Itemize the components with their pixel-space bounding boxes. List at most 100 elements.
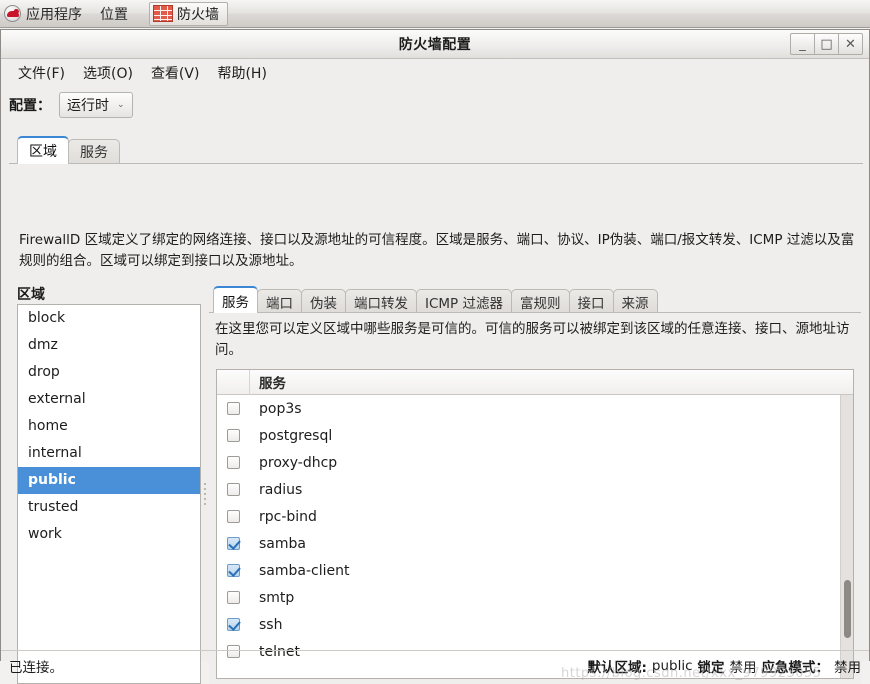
- tab-services[interactable]: 服务: [68, 139, 120, 164]
- service-name-rpc-bind: rpc-bind: [250, 509, 317, 525]
- zone-item-dmz[interactable]: dmz: [18, 332, 200, 359]
- zone-item-internal[interactable]: internal: [18, 440, 200, 467]
- services-row-checkbox-cell: [217, 429, 250, 442]
- checkbox-rpc-bind[interactable]: [227, 510, 240, 523]
- zone-item-external[interactable]: external: [18, 386, 200, 413]
- zone-item-home[interactable]: home: [18, 413, 200, 440]
- applications-menu[interactable]: 应用程序: [0, 1, 91, 27]
- checkbox-postgresql[interactable]: [227, 429, 240, 442]
- services-header-name: 服务: [250, 372, 286, 392]
- tab-detail-interfaces-label: 接口: [578, 292, 605, 312]
- lockdown-label: 锁定: [698, 656, 725, 676]
- main-tab-panel: FirewallD 区域定义了绑定的网络连接、接口以及源地址的可信程度。区域是服…: [9, 163, 863, 649]
- table-row[interactable]: postgresql: [217, 422, 853, 449]
- taskbar-item-label: 防火墙: [177, 4, 219, 24]
- checkbox-smtp[interactable]: [227, 591, 240, 604]
- zone-item-drop[interactable]: drop: [18, 359, 200, 386]
- tab-detail-icmp-filter[interactable]: ICMP 过滤器: [416, 289, 512, 313]
- zone-description: FirewallD 区域定义了绑定的网络连接、接口以及源地址的可信程度。区域是服…: [15, 230, 861, 272]
- menu-options[interactable]: 选项(O): [74, 60, 142, 86]
- menubar: 文件(F) 选项(O) 查看(V) 帮助(H): [1, 59, 869, 87]
- tab-detail-interfaces[interactable]: 接口: [569, 289, 614, 313]
- default-zone-label: 默认区域:: [587, 656, 646, 676]
- service-name-smtp: smtp: [250, 590, 294, 606]
- zone-item-block[interactable]: block: [18, 305, 200, 332]
- services-table-header: 服务: [217, 370, 853, 395]
- checkbox-ssh[interactable]: [227, 618, 240, 631]
- table-row[interactable]: ssh: [217, 611, 853, 638]
- tab-detail-rich-rules-label: 富规则: [520, 292, 561, 312]
- places-menu-label: 位置: [100, 4, 128, 24]
- tab-detail-sources-label: 来源: [622, 292, 649, 312]
- table-row[interactable]: samba-client: [217, 557, 853, 584]
- configuration-row: 配置： 运行时 ⌄: [1, 87, 869, 123]
- pane-splitter-handle[interactable]: [202, 304, 208, 684]
- services-scrollbar[interactable]: [840, 395, 853, 678]
- zone-detail-notebook: 服务 端口 伪装 端口转发 ICMP 过滤器 富规则: [209, 286, 861, 684]
- chevron-down-icon: ⌄: [117, 100, 125, 110]
- tab-detail-rich-rules[interactable]: 富规则: [511, 289, 570, 313]
- services-row-checkbox-cell: [217, 456, 250, 469]
- service-name-samba: samba: [250, 536, 306, 552]
- checkbox-proxy-dhcp[interactable]: [227, 456, 240, 469]
- places-menu[interactable]: 位置: [91, 1, 137, 27]
- checkbox-samba[interactable]: [227, 537, 240, 550]
- table-row[interactable]: rpc-bind: [217, 503, 853, 530]
- window-controls: _ □ ✕: [791, 33, 863, 55]
- panic-mode-value: 禁用: [834, 656, 861, 676]
- panic-mode-label: 应急模式：: [762, 656, 830, 676]
- menu-help[interactable]: 帮助(H): [208, 60, 275, 86]
- tab-detail-ports[interactable]: 端口: [257, 289, 302, 313]
- applications-menu-label: 应用程序: [26, 4, 82, 24]
- tab-detail-icmp-filter-label: ICMP 过滤器: [425, 292, 503, 312]
- window-titlebar: 防火墙配置 _ □ ✕: [1, 30, 869, 59]
- zone-list[interactable]: block dmz drop external home internal pu…: [17, 304, 201, 684]
- checkbox-samba-client[interactable]: [227, 564, 240, 577]
- table-row[interactable]: proxy-dhcp: [217, 449, 853, 476]
- tab-detail-services[interactable]: 服务: [213, 286, 258, 313]
- services-row-checkbox-cell: [217, 510, 250, 523]
- default-zone-value: public: [652, 658, 693, 674]
- zone-detail-tab-strip: 服务 端口 伪装 端口转发 ICMP 过滤器 富规则: [209, 286, 861, 313]
- tab-detail-port-forwarding[interactable]: 端口转发: [345, 289, 417, 313]
- table-row[interactable]: smtp: [217, 584, 853, 611]
- tab-detail-port-forwarding-label: 端口转发: [354, 292, 408, 312]
- close-button[interactable]: ✕: [838, 33, 863, 55]
- tab-detail-masquerade[interactable]: 伪装: [301, 289, 346, 313]
- services-row-checkbox-cell: [217, 402, 250, 415]
- service-name-proxy-dhcp: proxy-dhcp: [250, 455, 337, 471]
- brick-firewall-icon: [153, 5, 173, 22]
- taskbar-item-firewall[interactable]: 防火墙: [149, 2, 228, 26]
- services-row-checkbox-cell: [217, 537, 250, 550]
- statusbar: 已连接。 默认区域: public 锁定 禁用 应急模式： 禁用: [1, 650, 869, 680]
- table-row[interactable]: radius: [217, 476, 853, 503]
- checkbox-radius[interactable]: [227, 483, 240, 496]
- main-tab-strip: 区域 服务: [9, 136, 863, 164]
- zone-detail-panel: 在这里您可以定义区域中哪些服务是可信的。可信的服务可以被绑定到该区域的任意连接、…: [209, 312, 861, 684]
- tab-detail-sources[interactable]: 来源: [613, 289, 658, 313]
- main-notebook: 区域 服务 FirewallD 区域定义了绑定的网络连接、接口以及源地址的可信程…: [9, 136, 863, 649]
- tab-detail-ports-label: 端口: [266, 292, 293, 312]
- services-row-checkbox-cell: [217, 591, 250, 604]
- services-table: 服务 pop3s postgresql: [216, 369, 854, 679]
- tab-detail-masquerade-label: 伪装: [310, 292, 337, 312]
- zone-item-work[interactable]: work: [18, 521, 200, 548]
- service-name-ssh: ssh: [250, 617, 282, 633]
- zone-item-trusted[interactable]: trusted: [18, 494, 200, 521]
- menu-view[interactable]: 查看(V): [142, 60, 209, 86]
- configuration-select[interactable]: 运行时 ⌄: [59, 92, 133, 118]
- services-scrollbar-thumb[interactable]: [844, 580, 851, 638]
- tab-services-label: 服务: [80, 142, 108, 162]
- table-row[interactable]: pop3s: [217, 395, 853, 422]
- window-title: 防火墙配置: [399, 34, 472, 54]
- service-name-samba-client: samba-client: [250, 563, 349, 579]
- minimize-button[interactable]: _: [790, 33, 815, 55]
- zone-item-public[interactable]: public: [18, 467, 200, 494]
- services-row-checkbox-cell: [217, 618, 250, 631]
- tab-zones[interactable]: 区域: [17, 136, 69, 164]
- tab-detail-services-label: 服务: [222, 291, 249, 311]
- menu-file[interactable]: 文件(F): [9, 60, 74, 86]
- checkbox-pop3s[interactable]: [227, 402, 240, 415]
- table-row[interactable]: samba: [217, 530, 853, 557]
- maximize-button[interactable]: □: [814, 33, 839, 55]
